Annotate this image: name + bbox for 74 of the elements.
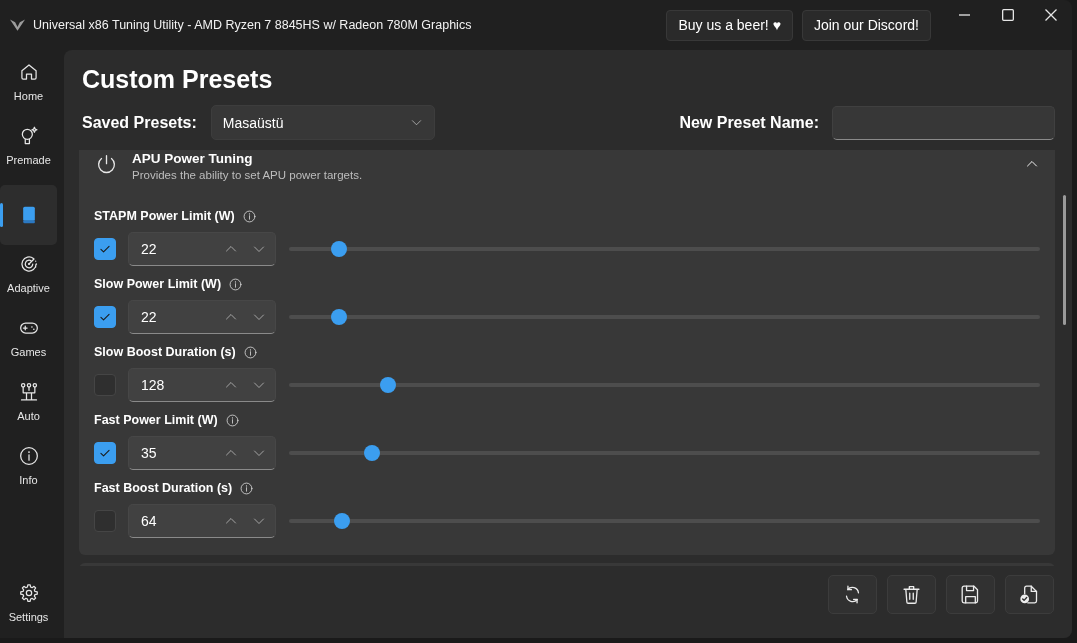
setting-label: Slow Power Limit (W) [94,277,222,291]
chevron-down-icon[interactable] [253,515,265,527]
nav-item[interactable]: Auto [0,377,57,437]
power-icon [96,154,117,175]
title-bar-button[interactable]: Join our Discord! [801,9,931,41]
section-title: APU Power Tuning [132,151,254,167]
chevron-up-icon[interactable] [225,515,237,527]
setting-label: Slow Boost Duration (s) [94,345,236,359]
chevron-up-icon[interactable] [225,447,237,459]
slider-thumb[interactable] [331,241,348,257]
document-check-icon [1019,584,1040,605]
app-logo-icon [10,19,25,31]
info-icon[interactable] [243,345,257,359]
window-title: Universal x86 Tuning Utility - AMD Ryzen 7 8845HS w/ Radeon 780M Graphics [33,18,472,32]
nav-item[interactable]: Info [0,441,57,501]
slider-track[interactable] [289,240,1040,258]
nav-item[interactable]: Home [0,57,57,117]
refresh-button[interactable] [828,575,877,614]
chevron-up-icon[interactable] [1026,158,1038,170]
chevron-down-icon[interactable] [253,379,265,391]
chevron-down-icon[interactable] [253,447,265,459]
slider-track[interactable] [289,376,1040,394]
slider-track[interactable] [289,444,1040,462]
nav-item[interactable]: Settings [0,578,57,638]
chevron-down-icon[interactable] [253,311,265,323]
gauge-icon [18,254,39,274]
slider-track[interactable] [289,512,1040,530]
saved-presets-label: Saved Presets: [82,113,197,132]
apply-button[interactable] [1005,575,1054,614]
new-preset-name-label: New Preset Name: [679,113,819,132]
chevron-down-icon [410,117,422,128]
info-icon [18,446,39,466]
nav-item[interactable]: Premade [0,121,57,181]
setting-label: Fast Power Limit (W) [94,413,218,427]
maximize-icon[interactable] [1001,9,1014,21]
checkbox[interactable] [94,306,116,328]
checkbox[interactable] [94,442,116,464]
number-field[interactable]: 128 [128,368,276,402]
delete-button[interactable] [887,575,936,614]
circuit-icon [18,382,39,402]
number-field[interactable]: 22 [128,232,276,266]
nav-item[interactable]: Games [0,313,57,373]
slider-thumb[interactable] [333,513,350,529]
number-field[interactable]: 35 [128,436,276,470]
title-bar-button[interactable]: Buy us a beer! ♥ [666,9,793,41]
chevron-up-icon[interactable] [225,311,237,323]
setting-label: Fast Boost Duration (s) [94,481,233,495]
number-field[interactable]: 64 [128,504,276,538]
save-button[interactable] [946,575,995,614]
settings-icon [18,583,39,603]
slider-thumb[interactable] [380,377,397,393]
slider-track[interactable] [289,308,1040,326]
chevron-up-icon[interactable] [225,379,237,391]
scrollbar-thumb[interactable] [1063,195,1066,325]
preset-dropdown[interactable]: Masaüstü [210,105,435,140]
close-icon[interactable] [1044,9,1057,21]
page-title: Custom Presets [82,64,274,95]
slider-thumb[interactable] [363,445,380,461]
home-icon [18,62,39,82]
section-description: Provides the ability to set APU power targets. [132,168,364,183]
preset-name-input[interactable] [832,105,1055,140]
nav-item[interactable]: Adaptive [0,249,57,309]
chevron-up-icon[interactable] [225,243,237,255]
info-icon[interactable] [242,209,256,223]
number-field[interactable]: 22 [128,300,276,334]
chevron-down-icon[interactable] [253,243,265,255]
nav-item[interactable] [0,185,57,245]
checkbox[interactable] [94,238,116,260]
setting-label: STAPM Power Limit (W) [94,209,235,223]
info-icon[interactable] [240,481,254,495]
info-icon[interactable] [225,413,239,427]
trash-icon [901,584,922,605]
slider-thumb[interactable] [331,309,348,325]
info-icon[interactable] [229,277,243,291]
